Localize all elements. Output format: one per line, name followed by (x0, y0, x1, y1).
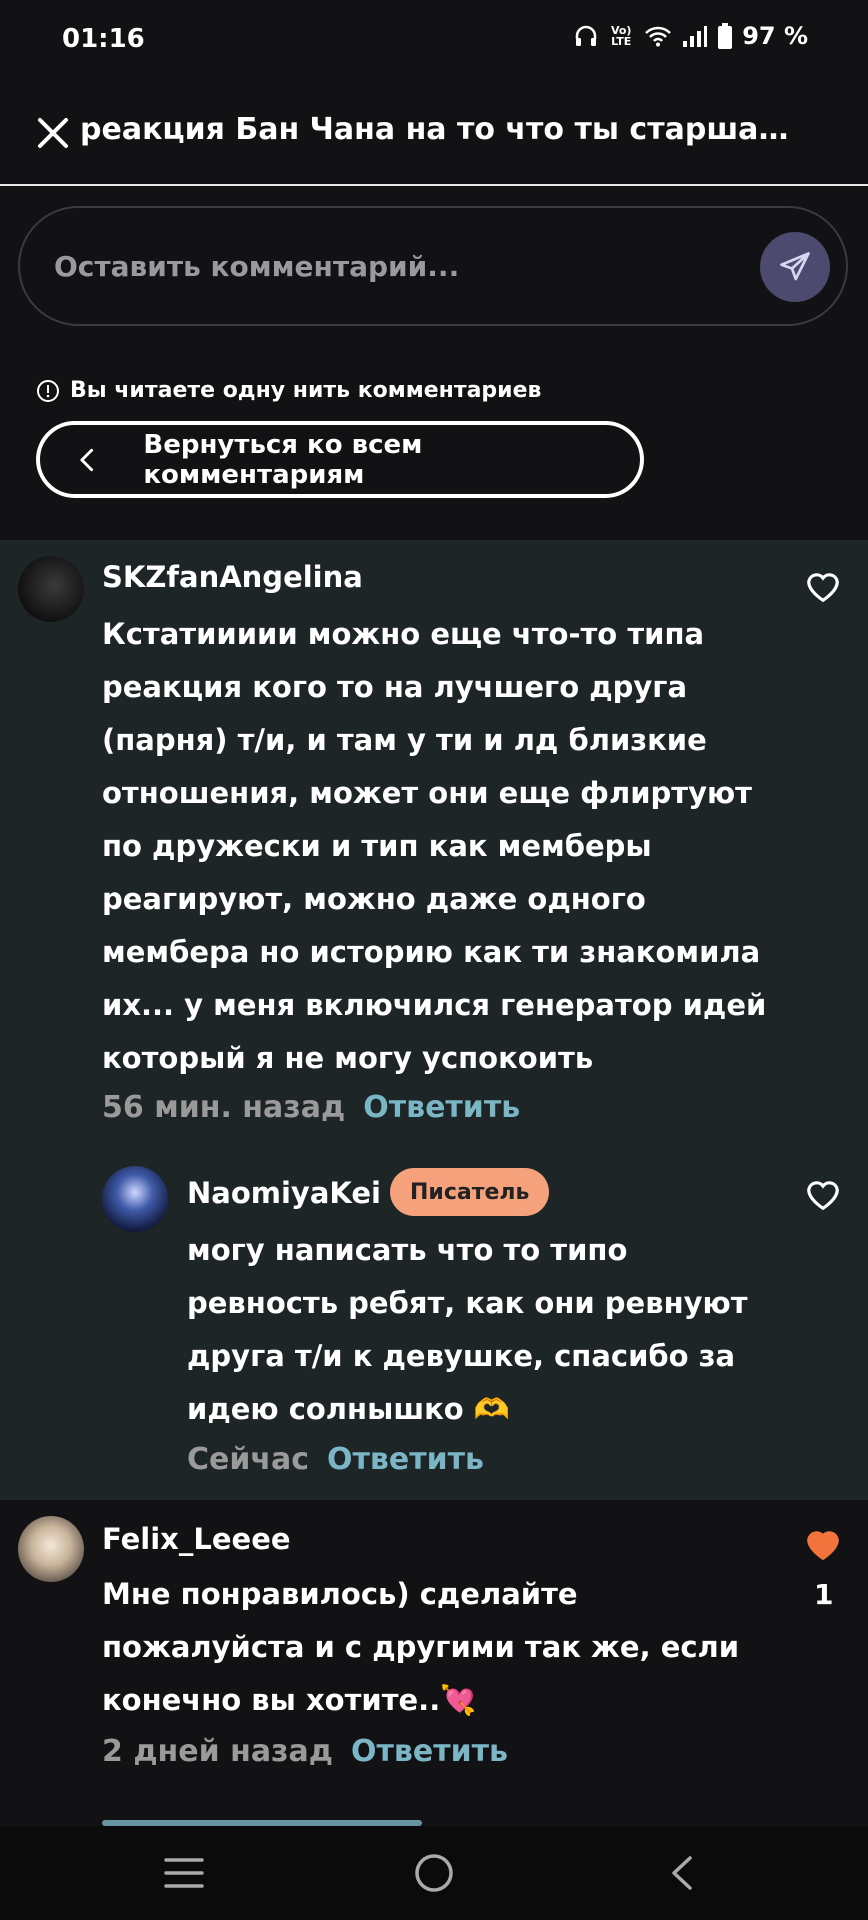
back-to-all-comments-button[interactable]: Вернуться ко всем комментариям (36, 421, 644, 498)
reply-link[interactable]: Ответить (327, 1442, 484, 1477)
avatar[interactable] (18, 1516, 84, 1582)
comment-meta: 56 мин. назад Ответить (102, 1090, 520, 1125)
app-header: реакция Бан Чана на то что ты старшая с.… (0, 92, 868, 186)
comment-text: Кстатиииии можно еще что-то типа реакция… (102, 617, 767, 1075)
more-replies-link[interactable] (102, 1808, 422, 1826)
comment-time: Сейчас (187, 1442, 310, 1477)
reply-link[interactable]: Ответить (351, 1734, 508, 1769)
comment-username[interactable]: NaomiyaKei (187, 1176, 381, 1210)
send-button[interactable] (760, 232, 830, 302)
comment-text: Мне понравилось) сделайте пожалуйста и с… (102, 1577, 740, 1717)
signal-icon (683, 26, 708, 47)
heart-icon[interactable] (804, 1526, 842, 1562)
comment-meta: Сейчас Ответить (187, 1442, 484, 1477)
comment-username[interactable]: Felix_Leeee (102, 1522, 291, 1556)
back-button-label: Вернуться ко всем комментариям (143, 429, 423, 490)
thread-notice: Вы читаете одну нить комментариев (36, 378, 541, 403)
system-nav-bar (0, 1826, 868, 1920)
info-icon (37, 379, 59, 402)
home-icon[interactable] (413, 1852, 455, 1894)
comment-text: могу написать что то типо ревность ребят… (187, 1233, 748, 1426)
avatar[interactable] (102, 1166, 168, 1232)
comment-username[interactable]: SKZfanAngelina (102, 560, 363, 594)
reply-link[interactable]: Ответить (363, 1090, 520, 1125)
avatar[interactable] (18, 556, 84, 622)
comment-thread: SKZfanAngelina Кстатиииии можно еще что-… (0, 540, 868, 1500)
like-count: 1 (814, 1578, 834, 1611)
back-icon[interactable] (668, 1854, 696, 1892)
clock: 01:16 (62, 24, 145, 54)
comment-time: 2 дней назад (102, 1734, 333, 1769)
volte-indicator: Vo) LTE (610, 24, 632, 48)
status-bar: 01:16 Vo) LTE 97 % (0, 0, 868, 80)
close-icon[interactable] (36, 116, 70, 150)
comment-time: 56 мин. назад (102, 1090, 346, 1125)
headphones-icon (575, 25, 597, 46)
heart-icon[interactable] (804, 1176, 842, 1212)
comment-placeholder: Оставить комментарий... (54, 250, 460, 283)
thread-notice-text: Вы читаете одну нить комментариев (70, 378, 542, 403)
wifi-icon (645, 26, 672, 47)
heart-icon[interactable] (804, 568, 842, 604)
recent-apps-icon[interactable] (164, 1856, 204, 1890)
battery-percent: 97 % (742, 22, 808, 50)
page-title: реакция Бан Чана на то что ты старшая с.… (80, 112, 800, 147)
chevron-left-icon (80, 448, 94, 471)
writer-badge: Писатель (390, 1168, 550, 1216)
status-icons: Vo) LTE 97 % (574, 22, 808, 50)
comment-input[interactable]: Оставить комментарий... (18, 206, 848, 326)
battery-icon (718, 23, 733, 49)
send-icon (780, 252, 810, 281)
comment-meta: 2 дней назад Ответить (102, 1734, 508, 1769)
